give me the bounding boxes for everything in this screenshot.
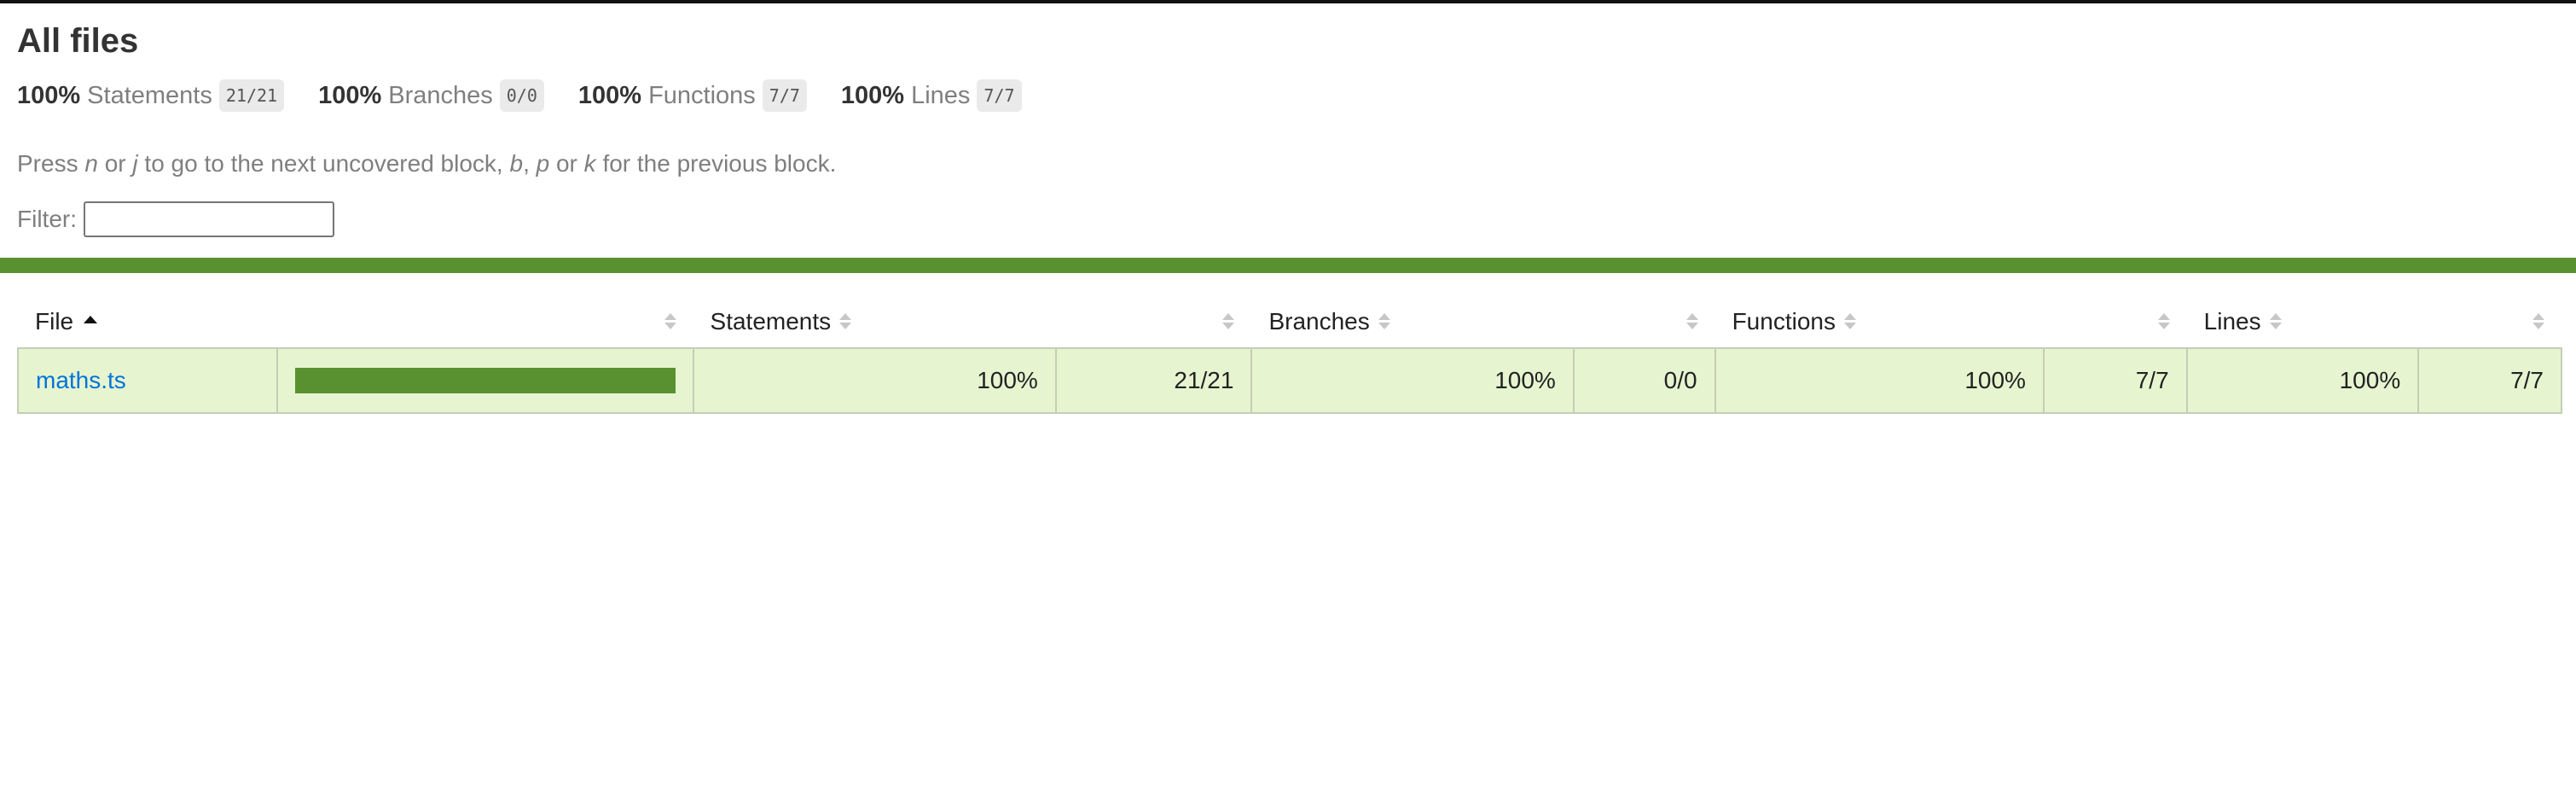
summary-label: Branches	[388, 82, 493, 109]
sort-icon	[2269, 311, 2282, 332]
summary-label: Functions	[648, 82, 756, 109]
file-cell: maths.ts	[17, 347, 278, 414]
hint-text: Press	[17, 150, 85, 177]
lines-percent: 100%	[2185, 347, 2420, 414]
coverage-summary: 100% Statements 21/21 100% Branches 0/0 …	[17, 77, 1056, 114]
lines-count: 7/7	[2417, 347, 2562, 414]
column-header-lines-count[interactable]	[2418, 295, 2561, 348]
filter-row: Filter:	[17, 201, 334, 237]
summary-percent: 100%	[17, 82, 81, 109]
sort-icon	[1378, 311, 1390, 332]
page-title: All files	[17, 22, 139, 60]
column-label: File	[35, 307, 74, 335]
summary-fraction: 21/21	[218, 79, 285, 112]
summary-branches: 100% Branches 0/0	[318, 77, 544, 114]
branches-count: 0/0	[1572, 347, 1716, 414]
column-header-file-bar[interactable]	[277, 295, 693, 348]
sort-icon	[2532, 311, 2544, 332]
functions-count: 7/7	[2042, 347, 2188, 414]
sort-icon	[2157, 311, 2170, 332]
summary-percent: 100%	[577, 82, 642, 109]
table-row: maths.ts 100% 21/21 100% 0/0 100% 7/7 10…	[17, 347, 2562, 414]
statements-count: 21/21	[1054, 347, 1253, 414]
hint-text: for the previous block.	[595, 150, 837, 177]
summary-fraction: 0/0	[499, 79, 544, 112]
sort-ascending-icon	[84, 316, 98, 323]
summary-fraction: 7/7	[977, 79, 1022, 112]
column-header-branches-count[interactable]	[1574, 295, 1715, 348]
hint-text: to go to the next uncovered block,	[137, 150, 510, 177]
summary-percent: 100%	[840, 82, 905, 109]
summary-label: Lines	[911, 82, 971, 109]
summary-functions: 100% Functions 7/7	[578, 77, 807, 114]
summary-fraction: 7/7	[762, 79, 807, 112]
table-header-row: File Statements Branches Functions Lines	[18, 295, 2561, 348]
column-header-file[interactable]: File	[18, 295, 277, 348]
top-border	[0, 0, 2576, 3]
column-label: Statements	[710, 307, 832, 335]
sort-icon	[1685, 311, 1698, 332]
coverage-bar-cell	[276, 347, 694, 414]
coverage-bar-fill	[294, 368, 676, 393]
statements-percent: 100%	[692, 347, 1057, 414]
filter-label: Filter:	[17, 206, 77, 232]
summary-percent: 100%	[318, 82, 382, 109]
column-header-lines[interactable]: Lines	[2187, 295, 2419, 348]
column-header-statements[interactable]: Statements	[693, 295, 1056, 348]
branches-percent: 100%	[1250, 347, 1575, 414]
filter-input[interactable]	[84, 201, 334, 237]
coverage-status-bar	[0, 258, 2576, 273]
column-label: Branches	[1268, 307, 1370, 335]
hint-text: or	[97, 150, 133, 177]
keyboard-hint: Press n or j to go to the next uncovered…	[17, 147, 836, 181]
hint-key: p	[536, 150, 550, 177]
column-header-branches[interactable]: Branches	[1251, 295, 1573, 348]
column-header-functions[interactable]: Functions	[1715, 295, 2044, 348]
hint-key: k	[583, 150, 596, 177]
column-header-statements-count[interactable]	[1056, 295, 1252, 348]
summary-statements: 100% Statements 21/21	[17, 77, 285, 114]
hint-key: n	[84, 150, 98, 177]
coverage-table: File Statements Branches Functions Lines…	[17, 295, 2562, 414]
hint-text: ,	[523, 150, 537, 177]
sort-icon	[664, 311, 676, 332]
file-link[interactable]: maths.ts	[36, 367, 126, 393]
summary-lines: 100% Lines 7/7	[841, 77, 1022, 114]
hint-text: or	[549, 150, 584, 177]
column-label: Lines	[2203, 307, 2261, 335]
sort-icon	[839, 311, 852, 332]
column-label: Functions	[1732, 307, 1836, 335]
column-header-functions-count[interactable]	[2044, 295, 2187, 348]
coverage-bar	[294, 368, 676, 393]
summary-label: Statements	[87, 82, 212, 109]
functions-percent: 100%	[1714, 347, 2045, 414]
sort-icon	[1843, 311, 1856, 332]
sort-icon	[1222, 311, 1235, 332]
hint-key: b	[509, 150, 524, 177]
